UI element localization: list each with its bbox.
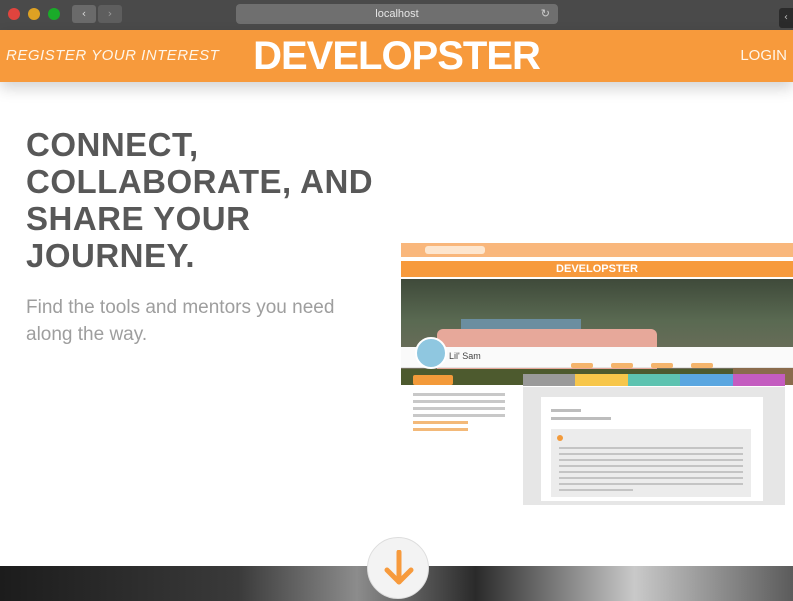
reload-icon[interactable]: ↻: [541, 4, 550, 24]
preview-avatar: [415, 337, 447, 369]
chevron-left-icon: ‹: [81, 7, 87, 20]
hero-tagline: Find the tools and mentors you need alon…: [26, 297, 335, 345]
scroll-down-button[interactable]: [367, 537, 429, 599]
maximize-window-button[interactable]: [48, 8, 60, 20]
preview-tab: [523, 374, 576, 386]
sidebar-toggle-button[interactable]: ‹: [779, 8, 793, 28]
back-button[interactable]: ‹: [72, 5, 96, 23]
login-link[interactable]: LOGIN: [740, 30, 787, 82]
preview-logo: DEVELOPSTER: [556, 263, 638, 275]
site-header: REGISTER YOUR INTEREST DEVELOPSTER LOGIN: [0, 30, 793, 82]
preview-tab: [575, 374, 628, 386]
browser-toolbar: ‹ › localhost ↻ ‹: [0, 0, 793, 30]
preview-tab: [732, 374, 786, 386]
preview-header: DEVELOPSTER: [401, 261, 793, 277]
minimize-window-button[interactable]: [28, 8, 40, 20]
preview-profile-name: Lil' Sam: [449, 351, 481, 361]
preview-follow-button: [413, 375, 453, 385]
chevron-right-icon: ›: [107, 7, 113, 20]
preview-post-card: [541, 397, 763, 501]
preview-tabs: [523, 374, 786, 386]
site-logo[interactable]: DEVELOPSTER: [0, 30, 793, 82]
preview-browser-bar: [401, 243, 793, 257]
preview-bio-text: [413, 393, 505, 435]
url-text: localhost: [375, 8, 419, 20]
preview-content-area: [523, 387, 785, 505]
hero-headline: CONNECT, COLLABORATE, AND SHARE YOUR JOU…: [26, 126, 374, 274]
preview-tab: [627, 374, 681, 386]
arrow-down-icon: [384, 550, 414, 585]
close-window-button[interactable]: [8, 8, 20, 20]
forward-button[interactable]: ›: [98, 5, 122, 23]
preview-tab: [680, 374, 733, 386]
address-bar[interactable]: localhost ↻: [236, 4, 558, 24]
app-preview-image: DEVELOPSTER Lil' Sam: [401, 243, 793, 508]
preview-nav-links: [571, 353, 731, 372]
